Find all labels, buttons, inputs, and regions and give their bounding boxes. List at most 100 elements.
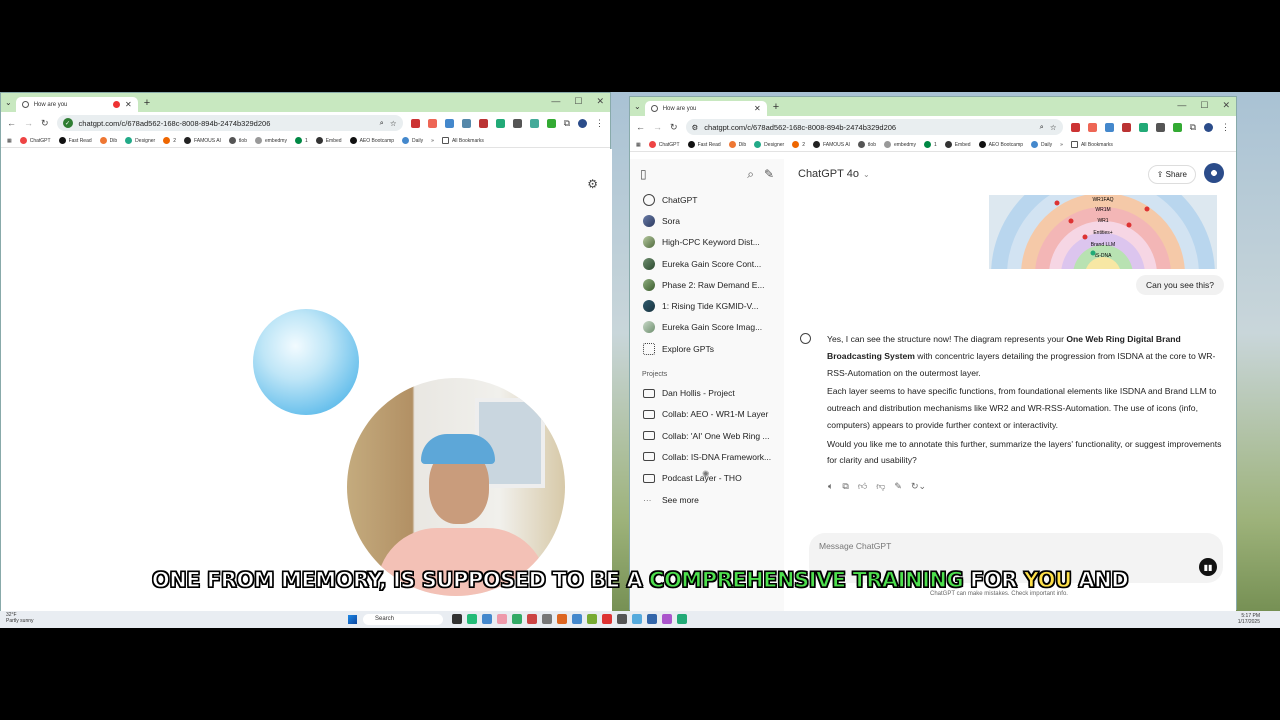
bookmark[interactable]: Embed (944, 141, 971, 148)
regenerate-icon[interactable]: ↻⌄ (911, 481, 926, 492)
sidebar-item-gpt[interactable]: Phase 2: Raw Demand E... (630, 274, 784, 295)
tab-how-are-you[interactable]: How are you ✕ (15, 97, 138, 112)
back-icon[interactable]: ← (636, 122, 645, 132)
close-window-icon[interactable]: ✕ (1222, 100, 1230, 111)
bookmark[interactable]: 2 (792, 141, 805, 148)
profile-avatar[interactable] (578, 118, 587, 128)
bookmark[interactable]: Daily (1031, 141, 1052, 148)
puzzle-icon[interactable]: ⧉ (564, 118, 570, 129)
all-bookmarks[interactable]: All Bookmarks (441, 137, 484, 144)
bookmark[interactable]: AEO Bootcamp (349, 137, 394, 144)
tab-search-icon[interactable]: ⌄ (634, 102, 641, 111)
system-clock[interactable]: 5:17 PM 1/17/2025 (1238, 613, 1260, 625)
omnibox[interactable]: ⚙ chatgpt.com/c/678ad562-168c-8008-894b-… (685, 119, 1063, 135)
bookmark[interactable]: Designer (125, 137, 155, 144)
app-icon[interactable] (617, 614, 627, 624)
tab-how-are-you[interactable]: How are you ✕ (644, 101, 767, 116)
bookmark[interactable]: FAMOUS AI (183, 137, 221, 144)
reload-icon[interactable]: ↻ (670, 122, 678, 133)
apps-icon[interactable]: ▦ (7, 138, 12, 144)
forward-icon[interactable]: → (24, 118, 33, 128)
app-icon[interactable] (602, 614, 612, 624)
extension-icon[interactable] (546, 118, 556, 128)
edit-icon[interactable]: ✎ (894, 481, 902, 492)
extension-icon[interactable] (427, 118, 437, 128)
bookmark[interactable]: ChatGPT (19, 137, 51, 144)
menu-icon[interactable]: ⋮ (1221, 122, 1230, 133)
sidebar-item-sora[interactable]: Sora (630, 210, 784, 231)
close-tab-icon[interactable]: ✕ (754, 104, 761, 113)
app-icon[interactable] (467, 614, 477, 624)
project-item[interactable]: Dan Hollis - Project (630, 382, 784, 403)
more-bookmarks-icon[interactable]: » (431, 138, 434, 144)
bookmark[interactable]: Fast Read (687, 141, 721, 148)
bookmark[interactable]: FAMOUS AI (812, 141, 850, 148)
puzzle-icon[interactable]: ⧉ (1190, 122, 1196, 133)
project-item[interactable]: Collab: AEO - WR1-M Layer (630, 404, 784, 425)
extension-icon[interactable] (1121, 122, 1131, 132)
extension-icon[interactable] (1155, 122, 1165, 132)
extension-icon[interactable] (461, 118, 471, 128)
maximize-icon[interactable]: ☐ (574, 96, 582, 107)
extension-icon[interactable] (529, 118, 539, 128)
bookmark[interactable]: 1 (294, 137, 308, 144)
app-icon[interactable] (587, 614, 597, 624)
start-button[interactable] (348, 615, 357, 624)
project-item[interactable]: Collab: 'AI' One Web Ring ... (630, 425, 784, 446)
star-icon[interactable]: ☆ (1050, 123, 1057, 132)
sidebar-item-explore-gpts[interactable]: Explore GPTs (630, 338, 784, 359)
extension-icon[interactable] (512, 118, 522, 128)
project-item[interactable]: Collab: IS-DNA Framework... (630, 446, 784, 467)
bookmark[interactable]: embedmy (883, 141, 916, 148)
share-button[interactable]: ⇪ Share (1147, 165, 1196, 184)
bookmark[interactable]: Daily (402, 137, 423, 144)
extension-icon[interactable] (478, 118, 488, 128)
app-icon[interactable] (647, 614, 657, 624)
app-icon[interactable] (452, 614, 462, 624)
bookmark[interactable]: Fast Read (58, 137, 92, 144)
extension-icon[interactable] (1087, 122, 1097, 132)
taskbar-search[interactable]: Search (363, 614, 443, 625)
bookmark[interactable]: Designer (754, 141, 784, 148)
copy-icon[interactable]: ⧉ (842, 481, 848, 492)
zoom-icon[interactable]: ⌕ (1040, 122, 1044, 132)
thumbs-up-icon[interactable]: 👍︎ (858, 481, 867, 492)
zoom-icon[interactable]: ⌕ (380, 118, 384, 128)
app-icon[interactable] (542, 614, 552, 624)
sidebar-item-gpt[interactable]: Eureka Gain Score Cont... (630, 253, 784, 274)
uploaded-diagram-image[interactable]: WR1FAQ WR1M WR1 Entities+ Brand LLM IS-D… (989, 195, 1217, 269)
close-window-icon[interactable]: ✕ (596, 96, 604, 107)
app-icon[interactable] (497, 614, 507, 624)
bookmark[interactable]: Embed (315, 137, 342, 144)
extension-icon[interactable] (410, 118, 420, 128)
extension-icon[interactable] (495, 118, 505, 128)
search-icon[interactable]: ⌕ (747, 167, 754, 182)
maximize-icon[interactable]: ☐ (1200, 100, 1208, 111)
bookmark[interactable]: embedmy (254, 137, 287, 144)
extension-icon[interactable] (444, 118, 454, 128)
sidebar-item-gpt[interactable]: High-CPC Keyword Dist... (630, 232, 784, 253)
new-chat-icon[interactable]: ✎ (764, 167, 774, 181)
site-info-icon[interactable]: ✓ (62, 118, 73, 128)
tab-search-icon[interactable]: ⌄ (5, 98, 12, 107)
app-icon[interactable] (557, 614, 567, 624)
bookmark[interactable]: tlob (228, 137, 247, 144)
omnibox[interactable]: ✓ chatgpt.com/c/678ad562-168c-8008-894b-… (56, 115, 403, 131)
sidebar-item-chatgpt[interactable]: ChatGPT (630, 189, 784, 210)
app-icon[interactable] (572, 614, 582, 624)
all-bookmarks[interactable]: All Bookmarks (1070, 141, 1113, 148)
star-icon[interactable]: ☆ (390, 119, 397, 128)
app-icon[interactable] (527, 614, 537, 624)
extension-icon[interactable] (1172, 122, 1182, 132)
see-more-link[interactable]: ··· See more (630, 489, 784, 510)
extension-icon[interactable] (1138, 122, 1148, 132)
more-bookmarks-icon[interactable]: » (1060, 142, 1063, 148)
site-info-icon[interactable]: ⚙ (692, 123, 699, 132)
minimize-icon[interactable]: — (1177, 100, 1186, 111)
sidebar-item-gpt[interactable]: Eureka Gain Score Imag... (630, 317, 784, 338)
new-tab-button[interactable]: + (144, 97, 150, 109)
bookmark[interactable]: tlob (857, 141, 876, 148)
bookmark[interactable]: 2 (163, 137, 176, 144)
sidebar-item-gpt[interactable]: 1: Rising Tide KGMID-V... (630, 295, 784, 316)
bookmark[interactable]: Dib (728, 141, 746, 148)
